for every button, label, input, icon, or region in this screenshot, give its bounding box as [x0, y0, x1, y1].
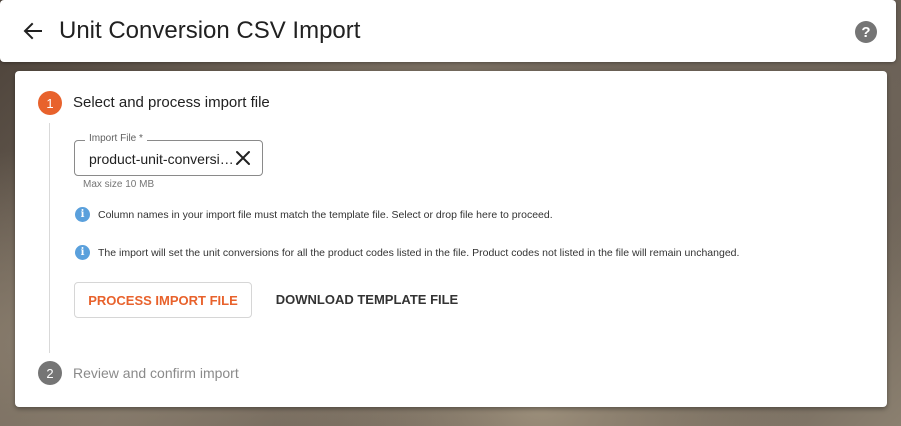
info-icon: i [75, 245, 90, 260]
step-connector-line [49, 123, 50, 353]
info-icon: i [75, 207, 90, 222]
close-icon [236, 151, 250, 165]
arrow-left-icon [23, 22, 42, 40]
clear-file-button[interactable] [234, 149, 252, 167]
info-message-columns: i Column names in your import file must … [75, 207, 553, 222]
info-text: Column names in your import file must ma… [98, 208, 553, 221]
info-message-unchanged: i The import will set the unit conversio… [75, 245, 739, 260]
import-file-value[interactable]: product-unit-conversions.csv [89, 151, 234, 167]
back-button[interactable] [18, 16, 48, 46]
step-2-label[interactable]: Review and confirm import [73, 365, 239, 381]
import-stepper-card: 1 Select and process import file Import … [15, 71, 887, 407]
app-header: Unit Conversion CSV Import ? [0, 0, 896, 62]
import-file-field[interactable]: Import File * product-unit-conversions.c… [74, 133, 263, 176]
download-template-file-button[interactable]: DOWNLOAD TEMPLATE FILE [268, 282, 466, 316]
process-import-file-button[interactable]: PROCESS IMPORT FILE [74, 282, 252, 318]
step-2-indicator: 2 [38, 361, 62, 385]
file-size-hint: Max size 10 MB [83, 179, 155, 190]
help-icon[interactable]: ? [855, 21, 877, 43]
step-1-indicator: 1 [38, 91, 62, 115]
step-1-label[interactable]: Select and process import file [73, 94, 270, 111]
info-text: The import will set the unit conversions… [98, 246, 740, 259]
import-file-label: Import File * [85, 133, 147, 144]
page-title: Unit Conversion CSV Import [59, 17, 361, 44]
